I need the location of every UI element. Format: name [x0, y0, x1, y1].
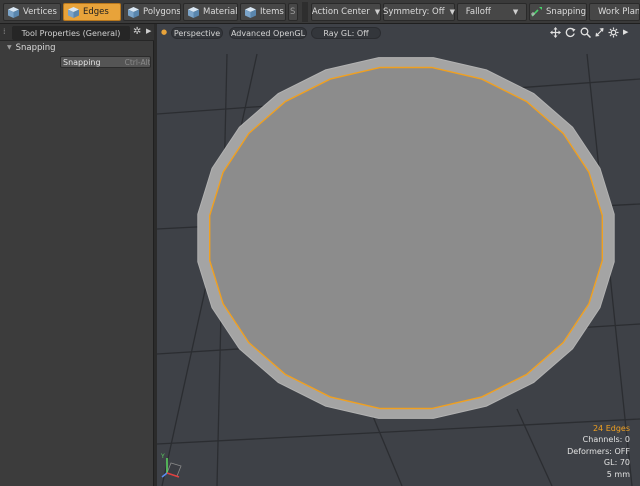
tool-properties-tab[interactable]: Tool Properties (General)	[12, 26, 130, 40]
chevron-down-icon: ▼	[7, 44, 12, 51]
work-plane-button[interactable]: Work Plane	[589, 3, 640, 21]
viewport-options-icon[interactable]	[608, 27, 619, 38]
snapping-section-header[interactable]: ▼ Snapping	[0, 41, 154, 54]
chevron-down-icon: ▼	[512, 8, 519, 16]
stat-channels: Channels: 0	[582, 435, 630, 445]
panel-tab-bar: ⁞ Tool Properties (General) ✲ ▶	[0, 24, 154, 41]
vertices-mode-button[interactable]: Vertices	[3, 3, 61, 21]
disc-face[interactable]	[209, 67, 603, 409]
3d-viewport[interactable]: ● Perspective Advanced OpenGL Ray GL: Of…	[157, 24, 640, 486]
cube-icon	[188, 6, 199, 18]
cube-icon	[128, 6, 139, 18]
viewport-header: ● Perspective Advanced OpenGL Ray GL: Of…	[157, 24, 640, 41]
materials-mode-label: Materials	[203, 7, 238, 17]
view-perspective-tab[interactable]: Perspective	[171, 27, 223, 39]
toolbar-divider	[302, 2, 308, 22]
rotate-icon[interactable]	[565, 27, 576, 38]
materials-mode-button[interactable]: Materials	[183, 3, 238, 21]
snapping-label: Snapping	[546, 7, 586, 17]
view-perspective-label: Perspective	[173, 28, 221, 38]
symmetry-dropdown[interactable]: Symmetry: Off ▼	[383, 3, 455, 21]
action-center-label: Action Center	[311, 7, 370, 17]
chevron-right-icon[interactable]: ▶	[623, 28, 628, 36]
axis-gizmo-icon: Y	[160, 453, 182, 478]
vertices-mode-label: Vertices	[23, 7, 57, 17]
edges-mode-label: Edges	[83, 7, 109, 17]
render-mode-label: Advanced OpenGL	[230, 28, 306, 38]
snap-magnet-icon	[531, 7, 543, 17]
zoom-icon[interactable]	[580, 27, 591, 38]
snapping-property-button[interactable]: Snapping Ctrl-Alt-J	[60, 56, 151, 68]
tool-properties-tab-label: Tool Properties (General)	[21, 28, 121, 38]
cube-icon	[245, 6, 256, 18]
pan-icon[interactable]	[550, 27, 561, 38]
overflow-mode-button[interactable]: S	[288, 3, 298, 21]
chevron-right-icon[interactable]: ▶	[146, 27, 151, 35]
symmetry-label: Symmetry: Off	[383, 7, 445, 17]
gear-icon[interactable]: ✲	[133, 26, 141, 37]
snapping-section-title: Snapping	[15, 42, 56, 53]
top-toolbar: Vertices Edges Polygons Materials Items …	[0, 0, 640, 24]
viewport-stats: 24 Edges Channels: 0 Deformers: OFF GL: …	[567, 423, 630, 480]
action-center-dropdown[interactable]: Action Center ▼	[311, 3, 381, 21]
polygons-mode-label: Polygons	[143, 7, 181, 17]
stat-deformers: Deformers: OFF	[567, 446, 630, 456]
polygons-mode-button[interactable]: Polygons	[123, 3, 181, 21]
snapping-shortcut: Ctrl-Alt-J	[124, 57, 151, 67]
overflow-mode-label: S	[290, 7, 296, 17]
chevron-down-icon: ▼	[449, 8, 455, 16]
chevron-down-icon: ▼	[374, 8, 381, 16]
cube-icon	[68, 6, 79, 18]
items-mode-button[interactable]: Items	[240, 3, 286, 21]
ray-gl-label: Ray GL: Off	[323, 28, 369, 38]
stat-edges: 24 Edges	[592, 423, 630, 433]
render-mode-tab[interactable]: Advanced OpenGL	[229, 27, 307, 39]
falloff-label: Falloff	[465, 7, 491, 17]
viewport-scene[interactable]	[157, 24, 640, 486]
work-plane-label: Work Plane	[598, 7, 640, 17]
viewport-menu-icon[interactable]: ●	[161, 28, 167, 36]
edges-mode-button[interactable]: Edges	[63, 3, 121, 21]
tool-properties-panel: ⁞ Tool Properties (General) ✲ ▶ ▼ Snappi…	[0, 24, 154, 486]
svg-text:Y: Y	[160, 453, 165, 460]
snapping-property-label: Snapping	[63, 57, 101, 67]
items-mode-label: Items	[260, 7, 284, 17]
maximize-icon[interactable]	[594, 27, 605, 38]
snapping-property-row: Snapping Ctrl-Alt-J	[0, 55, 154, 69]
stat-scale: 5 mm	[606, 469, 630, 479]
panel-grip-icon[interactable]: ⁞	[3, 27, 6, 36]
cube-icon	[8, 6, 19, 18]
stat-gl: GL: 70	[603, 458, 630, 468]
falloff-dropdown[interactable]: Falloff ▼	[457, 3, 527, 21]
snapping-toggle[interactable]: Snapping	[529, 3, 587, 21]
ray-gl-tab[interactable]: Ray GL: Off	[311, 27, 381, 39]
